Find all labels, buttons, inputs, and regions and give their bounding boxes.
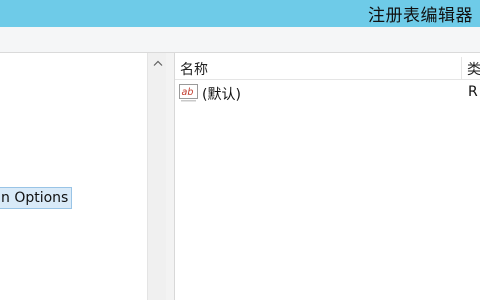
menu-bar — [0, 27, 480, 53]
list-header: 名称 类 — [175, 57, 480, 80]
svg-text:ab: ab — [182, 87, 194, 98]
value-type: R — [468, 84, 478, 100]
values-list-pane: 名称 类 ab (默认) R — [175, 53, 480, 300]
column-header-name[interactable]: 名称 — [180, 59, 208, 79]
string-value-icon: ab — [179, 84, 198, 102]
registry-editor-window: 注册表编辑器 n Options 名称 类 ab (默认) R — [0, 0, 480, 300]
value-name: (默认) — [202, 87, 241, 103]
tree-scrollbar[interactable] — [147, 53, 167, 300]
chevron-up-icon — [153, 60, 162, 66]
column-divider[interactable] — [461, 57, 462, 79]
key-tree-pane: n Options — [0, 53, 166, 300]
scroll-up-button[interactable] — [148, 53, 167, 72]
column-header-type[interactable]: 类 — [467, 59, 480, 79]
scroll-track[interactable] — [148, 72, 167, 300]
window-title: 注册表编辑器 — [368, 6, 473, 26]
tree-item-selected[interactable]: n Options — [0, 187, 73, 209]
title-bar[interactable]: 注册表编辑器 — [0, 0, 480, 27]
pane-splitter[interactable] — [166, 53, 175, 300]
list-item[interactable]: ab (默认) R — [175, 83, 480, 103]
